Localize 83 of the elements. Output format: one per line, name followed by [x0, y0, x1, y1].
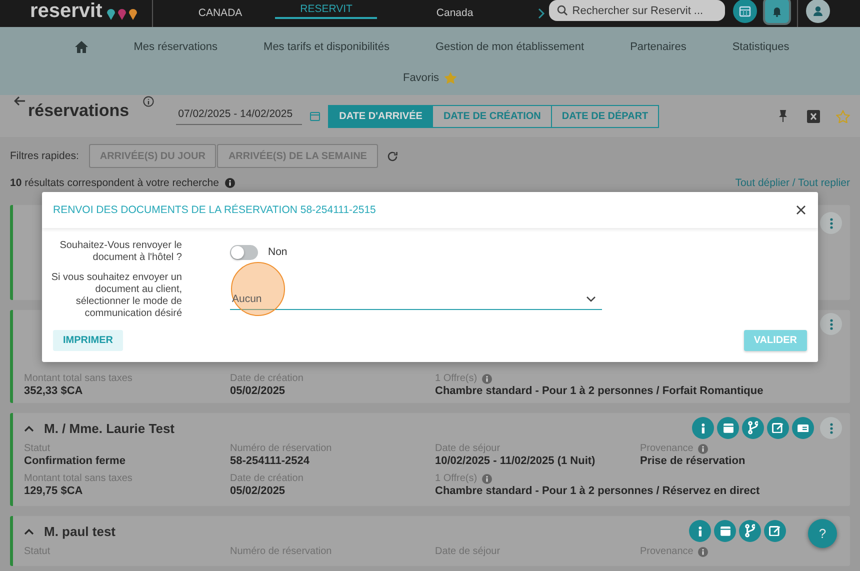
search-icon [557, 5, 568, 16]
print-button[interactable]: IMPRIMER [53, 330, 123, 351]
hotel-question: Souhaitez-Vous renvoyer le document à l'hôtel ? [58, 240, 182, 264]
pin-icon[interactable] [779, 110, 787, 122]
nav-item[interactable]: Gestion de mon établissement [435, 41, 584, 53]
toggle-switch[interactable] [230, 244, 258, 260]
nav-item[interactable]: Mes tarifs et disponibilités [264, 41, 390, 53]
edit-icon [772, 422, 784, 434]
calendar-button[interactable] [733, 0, 758, 22]
back-arrow-icon[interactable] [14, 96, 26, 106]
nav-item[interactable]: Partenaires [630, 41, 686, 53]
site-tab[interactable]: Canada [377, 0, 532, 27]
collapse-icon[interactable] [24, 528, 34, 534]
info-icon [698, 547, 708, 557]
info-icon [482, 374, 492, 384]
info-icon [698, 444, 708, 454]
search-field[interactable]: Rechercher sur Reservit ... [549, 0, 726, 21]
branch-button[interactable] [739, 520, 761, 542]
edit-button[interactable] [767, 417, 789, 439]
date-range-field[interactable]: 07/02/2025 - 14/02/2025 [176, 108, 302, 124]
quick-filters-label: Filtres rapides: [10, 150, 79, 162]
site-tab[interactable]: RESERVIT [275, 0, 378, 19]
star-icon [444, 72, 458, 84]
field-value: 05/02/2025 [230, 385, 286, 398]
close-icon [796, 205, 806, 215]
page-title: réservations [28, 101, 130, 121]
site-tab[interactable]: CANADA [165, 0, 276, 27]
info-icon [224, 178, 235, 188]
branch-icon [744, 524, 756, 538]
guest-name: M. / Mme. Laurie Test [44, 420, 175, 436]
user-button[interactable] [806, 0, 830, 22]
calendar-icon [739, 4, 752, 16]
bell-icon [771, 4, 784, 16]
logo[interactable]: reservit [30, 0, 102, 22]
guest-name: M. paul test [44, 524, 116, 538]
click-highlight [231, 262, 285, 316]
results-summary: 10 résultats correspondent à votre recherche [10, 177, 219, 189]
kebab-icon [830, 218, 832, 228]
field-value: 10/02/2025 - 11/02/2025 (1 Nuit) [435, 455, 596, 468]
field-value: Chambre standard - Pour 1 à 2 personnes / Réservez en direct [435, 485, 761, 498]
excel-icon[interactable] [807, 110, 820, 122]
date-type-toggle[interactable]: DATE D'ARRIVÉE [328, 104, 434, 128]
field-value: 05/02/2025 [230, 485, 286, 498]
info-icon [482, 474, 492, 484]
info-icon[interactable] [143, 96, 154, 107]
nav-item[interactable]: Statistiques [732, 41, 790, 53]
nav-item[interactable]: Mes réservations [134, 41, 218, 53]
calendar-icon [722, 422, 734, 434]
star-outline-icon[interactable] [836, 110, 850, 122]
card-icon [796, 424, 810, 432]
field-value: Chambre standard - Pour 1 à 2 personnes / Forfait Romantique [435, 385, 764, 398]
field-value: Prise de réservation [640, 455, 746, 468]
field-value: 352,33 $CA [24, 385, 84, 398]
more-button[interactable] [820, 212, 842, 234]
favorites-menu[interactable]: Favoris [402, 72, 440, 84]
calendar-icon [720, 526, 730, 536]
field-value: 58-254111-2524 [230, 455, 311, 468]
close-button[interactable] [794, 203, 808, 217]
more-button[interactable] [820, 417, 842, 439]
branch-button[interactable] [742, 417, 764, 439]
collapse-icon[interactable] [24, 424, 34, 432]
branch-icon [748, 421, 758, 435]
kebab-icon [830, 318, 832, 330]
home-icon[interactable] [74, 41, 88, 53]
chevron-down-icon [586, 296, 596, 302]
more-button[interactable] [820, 313, 842, 335]
bell-button[interactable] [765, 0, 790, 22]
field-value: 129,75 $CA [24, 485, 84, 498]
toggle-label: Non [268, 246, 288, 258]
info-icon [698, 526, 702, 536]
field-value: Confirmation ferme [24, 455, 126, 468]
chevron-right-icon[interactable] [538, 8, 546, 19]
info-button[interactable] [692, 417, 714, 439]
info-button[interactable] [689, 520, 711, 542]
dialog-title: RENVOI DES DOCUMENTS DE LA RÉSERVATION 58-254111-2515 [53, 204, 377, 216]
kebab-icon [830, 422, 832, 434]
edit-icon [769, 526, 781, 536]
refresh-icon[interactable] [386, 150, 398, 162]
client-question: Si vous souhaitez envoyer un document au client, sélectionner le mode de communication désiré [50, 272, 182, 320]
info-icon [700, 422, 706, 434]
edit-button[interactable] [764, 520, 786, 542]
card-button[interactable] [792, 417, 814, 439]
user-icon [811, 4, 826, 18]
